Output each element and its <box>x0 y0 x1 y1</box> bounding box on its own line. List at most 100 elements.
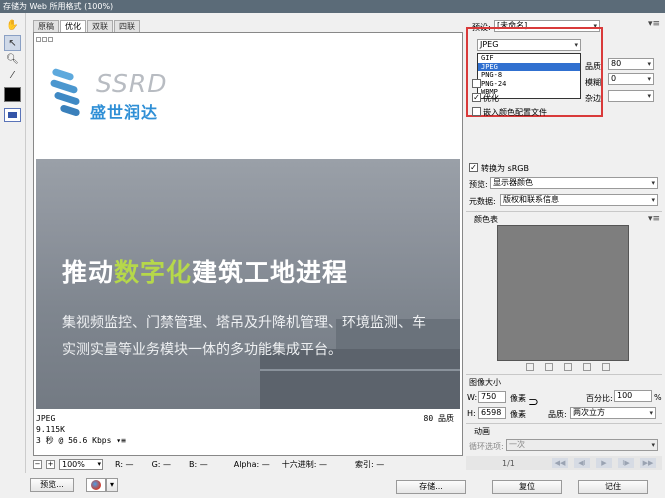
prev-frame-icon[interactable]: ◀I <box>574 458 590 468</box>
width-label: W: <box>467 393 478 402</box>
status-hex: 十六进制: — <box>281 460 327 469</box>
next-frame-icon[interactable]: I▶ <box>618 458 634 468</box>
logo-text-cn: 盛世润达 <box>90 103 159 122</box>
trash-icon[interactable] <box>602 363 610 371</box>
eyedropper-tool-icon[interactable]: ⁄ <box>4 67 21 83</box>
color-preview-select[interactable]: 显示器颜色 <box>490 177 658 189</box>
image-size-header: 图像大小 <box>469 378 501 387</box>
divider <box>466 423 662 424</box>
percent-input[interactable]: 100 <box>614 390 652 402</box>
info-quality: 80 品质 <box>423 414 454 423</box>
zoom-out-button[interactable]: − <box>33 460 42 469</box>
zoom-select[interactable]: 100% <box>59 459 103 470</box>
menu-icon[interactable]: ▾≡ <box>116 436 126 445</box>
color-table[interactable] <box>497 225 629 361</box>
last-frame-icon[interactable]: ▶▶ <box>640 458 656 468</box>
optimized-label: 优化 <box>483 94 499 103</box>
slice-indicator-icon <box>36 35 58 43</box>
image-preview-panel: SSRD 盛世润达 推动数字化建筑工地进程 集视频监控、门禁管理、塔吊及升降机管… <box>33 32 463 456</box>
quality-label: 品质 <box>585 62 601 71</box>
tab-original[interactable]: 原稿 <box>33 20 59 32</box>
headline-part: 推动 <box>62 258 115 287</box>
color-preview-label: 预览: <box>469 180 488 189</box>
settings-panel: 预设: [未命名] ▾≡ JPEG GIF JPEG PNG-8 PNG-24 … <box>466 13 665 473</box>
format-option[interactable]: GIF <box>478 54 580 63</box>
lock-color-icon[interactable] <box>564 363 572 371</box>
resample-quality-select[interactable]: 两次立方 <box>570 407 656 419</box>
quality-select[interactable]: 80 <box>608 58 654 70</box>
headline-part: 建筑工地进程 <box>192 258 349 287</box>
frame-counter: 1/1 <box>502 459 515 468</box>
info-download-time: 3 秒 @ 56.6 Kbps ▾≡ <box>36 435 460 446</box>
constrain-link-icon[interactable]: ⊃ <box>528 395 539 410</box>
metadata-select[interactable]: 版权和联系信息 <box>500 194 658 206</box>
preview-header-area: SSRD 盛世润达 <box>36 45 460 159</box>
banner-headline: 推动数字化建筑工地进程 <box>62 253 348 289</box>
percent-unit: % <box>654 393 662 402</box>
blur-label: 模糊 <box>585 78 601 87</box>
toolbox: ✋ ↖ 🔍︎ ⁄ <box>0 13 26 473</box>
banner-subline: 实测实量等业务模块一体的多功能集成平台。 <box>62 342 342 358</box>
remember-button[interactable]: 记住 <box>578 480 648 494</box>
map-color-icon[interactable] <box>526 363 534 371</box>
matte-select[interactable] <box>608 90 654 102</box>
color-table-actions <box>526 363 610 371</box>
reset-button[interactable]: 复位 <box>492 480 562 494</box>
status-alpha: Alpha: — <box>233 460 270 469</box>
loop-select[interactable]: 一次 <box>506 439 658 451</box>
height-unit: 像素 <box>510 410 526 419</box>
embed-profile-label: 嵌入颜色配置文件 <box>483 108 547 117</box>
web-shift-icon[interactable] <box>545 363 553 371</box>
width-input[interactable]: 750 <box>478 391 506 403</box>
color-table-menu-icon[interactable]: ▾≡ <box>648 214 660 224</box>
toggle-slices-visibility-icon[interactable] <box>4 108 21 122</box>
info-format: JPEG <box>36 414 56 423</box>
status-b: B: — <box>189 460 208 469</box>
status-index: 索引: — <box>354 460 385 469</box>
percent-label: 百分比: <box>586 394 613 403</box>
optimized-checkbox[interactable]: ✓ <box>472 93 481 102</box>
color-table-label: 颜色表 <box>474 215 498 224</box>
logo-text-en: SSRD <box>96 69 168 98</box>
format-option[interactable]: PNG-24 <box>478 80 580 89</box>
format-option[interactable]: PNG-8 <box>478 71 580 80</box>
save-button[interactable]: 存储... <box>396 480 466 494</box>
blur-select[interactable]: 0 <box>608 73 654 85</box>
resample-quality-label: 品质: <box>548 410 567 419</box>
animation-header: 动画 <box>474 427 490 436</box>
browser-icon[interactable] <box>86 478 106 492</box>
zoom-tool-icon[interactable]: 🔍︎ <box>4 51 21 67</box>
convert-srgb-checkbox[interactable]: ✓ <box>469 163 478 172</box>
hand-tool-icon[interactable]: ✋ <box>4 17 21 33</box>
eyedropper-color-swatch[interactable] <box>4 87 21 102</box>
browser-dropdown-icon[interactable]: ▾ <box>106 478 118 492</box>
hidden-checkbox[interactable] <box>472 79 481 88</box>
divider <box>466 374 662 375</box>
headline-highlight: 数字化 <box>114 258 193 287</box>
ssrd-logo-icon <box>48 67 84 117</box>
window-title: 存储为 Web 所用格式 (100%) <box>0 0 665 13</box>
matte-label: 杂边 <box>585 94 601 103</box>
height-input[interactable]: 6598 <box>478 407 506 419</box>
height-label: H: <box>467 409 476 418</box>
tab-optimized[interactable]: 优化 <box>60 20 86 32</box>
panel-menu-icon[interactable]: ▾≡ <box>648 19 660 29</box>
new-color-icon[interactable] <box>583 363 591 371</box>
format-option-selected[interactable]: JPEG <box>478 62 580 71</box>
format-select[interactable]: JPEG <box>477 39 581 51</box>
preview-canvas[interactable]: SSRD 盛世润达 推动数字化建筑工地进程 集视频监控、门禁管理、塔吊及升降机管… <box>36 45 460 409</box>
embed-profile-checkbox[interactable] <box>472 107 481 116</box>
tab-2-up[interactable]: 双联 <box>87 20 113 32</box>
zoom-in-button[interactable]: + <box>46 460 55 469</box>
preview-button[interactable]: 预览... <box>30 478 74 492</box>
metadata-label: 元数据: <box>469 197 496 206</box>
tab-4-up[interactable]: 四联 <box>114 20 140 32</box>
play-icon[interactable]: ▶ <box>596 458 612 468</box>
convert-srgb-label: 转换为 sRGB <box>481 164 529 173</box>
info-size: 9.115K <box>36 425 65 434</box>
banner-subline: 集视频监控、门禁管理、塔吊及升降机管理、环境监测、车 <box>62 315 426 331</box>
slice-select-tool-icon[interactable]: ↖ <box>4 35 21 51</box>
optimized-file-info: JPEG 9.115K 3 秒 @ 56.6 Kbps ▾≡ 80 品质 <box>36 413 460 446</box>
status-r: R: — <box>115 460 134 469</box>
first-frame-icon[interactable]: ◀◀ <box>552 458 568 468</box>
